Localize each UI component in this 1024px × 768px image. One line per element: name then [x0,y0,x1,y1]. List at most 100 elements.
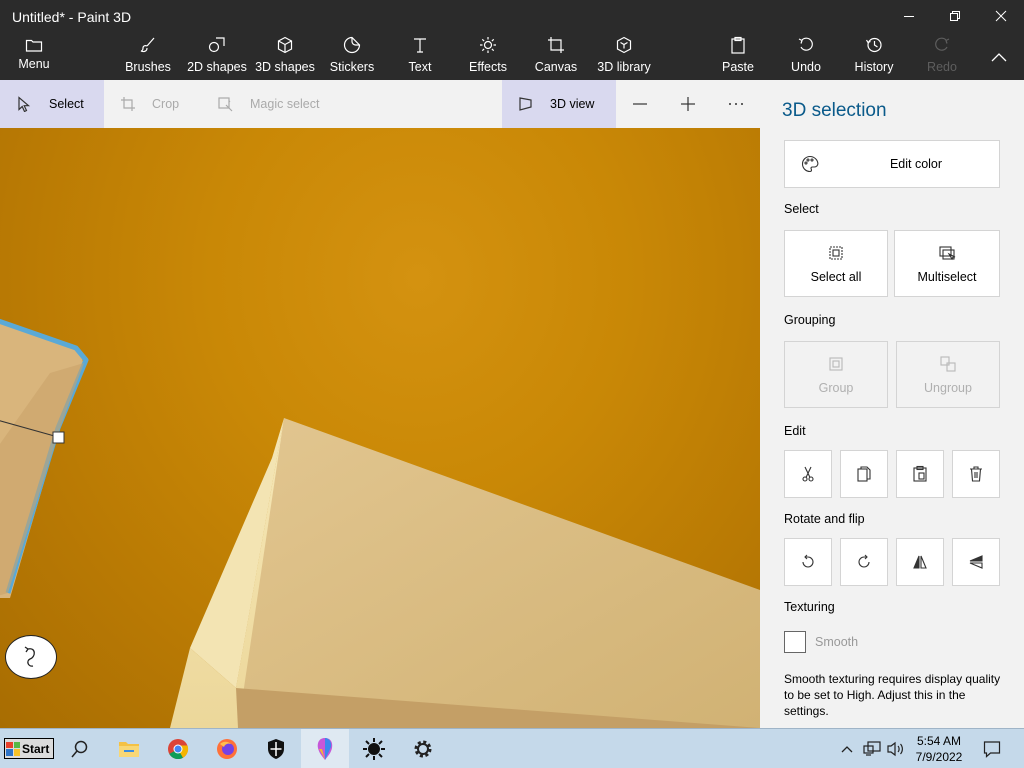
brushes-button[interactable]: Brushes [122,36,174,78]
3d-shapes-label: 3D shapes [255,60,315,74]
paint3d-taskbar-button[interactable] [301,729,349,768]
stickers-button[interactable]: Stickers [326,36,378,78]
plus-icon [681,97,695,111]
search-taskbar-button[interactable] [56,729,104,768]
restore-icon [950,11,960,21]
magic-select-icon [218,97,233,112]
history-button[interactable]: History [850,36,898,78]
magic-select-button[interactable]: Magic select [218,80,338,128]
canvas-button[interactable]: Canvas [532,36,580,78]
zoom-in-button[interactable] [668,80,708,128]
3d-view-icon [519,97,532,111]
sticker-icon [343,36,361,54]
crop-icon [121,97,135,111]
paste-panel-button[interactable] [896,450,944,498]
3d-library-icon [616,36,632,54]
chrome-taskbar-button[interactable] [154,729,202,768]
copy-button[interactable] [840,450,888,498]
paint3d-icon [317,738,333,760]
edit-heading: Edit [784,424,806,438]
rotate-left-button[interactable] [784,538,832,586]
network-tray-icon-button[interactable] [860,729,884,768]
selection-toolbar: Select Crop Magic select 3D view [0,80,760,128]
folder-icon [119,742,139,757]
sun-icon [363,738,385,760]
notification-icon [983,741,1001,758]
notifications-button[interactable] [978,729,1006,768]
collapse-toolbar-button[interactable] [984,44,1014,70]
3d-library-button[interactable]: 3D library [594,36,654,78]
smooth-label: Smooth [815,635,859,649]
palette-icon [802,155,819,173]
rotate-view-button[interactable] [5,635,57,679]
edit-color-label: Edit color [889,157,943,171]
file-explorer-taskbar-button[interactable] [105,729,153,768]
close-button[interactable] [978,0,1024,32]
group-button[interactable]: Group [784,341,888,408]
close-icon [995,10,1007,22]
rotate-icon [24,646,35,667]
rotate-left-icon [802,554,814,568]
undo-button[interactable]: Undo [786,36,826,78]
3d-view-button[interactable]: 3D view [502,80,616,128]
canvas-icon [548,37,564,53]
app-header: Untitled* - Paint 3D Menu Brushes 2D sha… [0,0,1024,80]
text-icon [414,38,426,53]
selected-3d-object[interactable] [0,318,89,598]
gear-icon [414,740,432,758]
3d-shapes-button[interactable]: 3D shapes [254,36,316,78]
edit-color-button[interactable]: Edit color [784,140,1000,188]
select-all-label: Select all [810,269,862,284]
rotate-right-button[interactable] [840,538,888,586]
volume-icon [887,741,903,757]
ungroup-icon [940,355,956,372]
select-all-button[interactable]: Select all [784,230,888,297]
ungroup-button[interactable]: Ungroup [896,341,1000,408]
more-options-button[interactable] [716,80,756,128]
brush-icon [140,37,155,53]
shield-icon [268,739,284,759]
security-taskbar-button[interactable] [252,729,300,768]
select-tool-button[interactable]: Select [0,80,104,128]
restore-button[interactable] [932,0,978,32]
clock-time: 5:54 AM [916,734,962,748]
cut-button[interactable] [784,450,832,498]
rotation-handle[interactable] [52,431,65,444]
text-button[interactable]: Text [400,36,440,78]
delete-button[interactable] [952,450,1000,498]
start-button[interactable]: Start [4,738,54,759]
effects-button[interactable]: Effects [464,36,512,78]
volume-tray-icon-button[interactable] [884,729,906,768]
crop-tool-button[interactable]: Crop [120,80,200,128]
3d-selection-panel: 3D selection Edit color Select Select al… [760,80,1024,728]
2d-shapes-button[interactable]: 2D shapes [186,36,248,78]
redo-label: Redo [927,60,957,74]
minus-icon [633,103,647,105]
brightness-taskbar-button[interactable] [350,729,398,768]
redo-icon [935,37,950,51]
zoom-out-button[interactable] [620,80,660,128]
smooth-checkbox[interactable] [784,631,806,653]
taskbar-clock[interactable]: 5:54 AM 7/9/2022 [908,733,970,765]
history-clock-icon [865,37,882,53]
drawing-canvas[interactable] [0,128,760,728]
folder-icon [25,39,43,52]
minimize-icon [904,16,914,17]
minimize-button[interactable] [886,0,932,32]
texturing-heading: Texturing [784,600,835,614]
firefox-taskbar-button[interactable] [203,729,251,768]
flip-horizontal-button[interactable] [896,538,944,586]
crop-tool-label: Crop [152,97,180,111]
magic-select-label: Magic select [250,97,320,111]
settings-taskbar-button[interactable] [399,729,447,768]
3d-cube-object[interactable] [170,418,760,728]
search-icon [71,740,88,758]
menu-button[interactable]: Menu [12,36,56,78]
3d-view-label: 3D view [550,97,595,111]
brushes-label: Brushes [125,60,171,74]
flip-vertical-button[interactable] [952,538,1000,586]
paste-button[interactable]: Paste [718,36,758,78]
show-hidden-icons-button[interactable] [836,729,858,768]
redo-button[interactable]: Redo [922,36,962,78]
multiselect-button[interactable]: Multiselect [894,230,1000,297]
